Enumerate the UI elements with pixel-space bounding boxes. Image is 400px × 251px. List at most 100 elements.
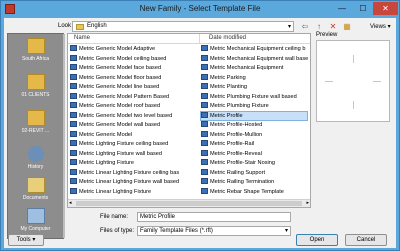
file-item[interactable]: Metric Lighting Fixture wall based bbox=[70, 149, 198, 158]
file-item[interactable]: Metric Generic Model ceiling based bbox=[70, 54, 198, 63]
horizontal-scrollbar[interactable]: ◂ ▸ bbox=[68, 199, 310, 207]
file-item[interactable]: Metric Plumbing Fixture bbox=[201, 102, 307, 110]
open-button[interactable]: Open bbox=[296, 234, 338, 246]
file-item-label: Metric Plumbing Fixture bbox=[210, 103, 269, 109]
family-template-file-icon bbox=[201, 54, 208, 61]
file-item[interactable]: Metric Lighting Fixture ceiling based bbox=[70, 140, 198, 148]
family-template-file-icon bbox=[70, 64, 77, 70]
column-divider[interactable] bbox=[199, 34, 200, 43]
file-list[interactable]: Name Date modified Metric Generic Model … bbox=[67, 33, 311, 208]
file-item-label: Metric Rebar Shape Template bbox=[210, 188, 284, 195]
file-item[interactable]: Metric Profile bbox=[200, 110, 308, 121]
family-template-file-icon bbox=[201, 83, 208, 89]
file-item-label: Metric Mechanical Equipment bbox=[210, 65, 284, 71]
column-header-name[interactable]: Name bbox=[74, 35, 90, 41]
place-01-clients[interactable]: 01 CLIENTS bbox=[8, 74, 63, 98]
folder-icon bbox=[26, 74, 45, 90]
place-south-africa[interactable]: South Africa bbox=[8, 38, 63, 62]
file-item[interactable]: Metric Parking bbox=[201, 73, 307, 82]
file-item[interactable]: Metric Profile-Reveal bbox=[201, 149, 307, 158]
tools-label: Tools bbox=[16, 237, 31, 243]
file-item[interactable]: Metric Generic Model bbox=[70, 130, 198, 139]
file-item[interactable]: Metric Profile-Rail bbox=[201, 140, 307, 148]
family-template-file-icon bbox=[201, 102, 208, 108]
file-item[interactable]: Metric Plumbing Fixture wall based bbox=[201, 92, 307, 101]
place-history[interactable]: History bbox=[8, 146, 63, 170]
place-02-revit[interactable]: 02-REVIT ... bbox=[8, 110, 63, 134]
file-item-label: Metric Generic Model face based bbox=[79, 65, 162, 71]
preview-label: Preview bbox=[316, 32, 338, 38]
scrollbar-thumb[interactable] bbox=[76, 201, 302, 206]
file-item[interactable]: Metric Mechanical Equipment ceiling b bbox=[201, 45, 307, 53]
family-template-file-icon bbox=[201, 178, 208, 184]
file-item-label: Metric Lighting Fixture wall based bbox=[79, 150, 163, 157]
tools-button[interactable]: Tools ▾ bbox=[8, 234, 44, 246]
family-template-file-icon bbox=[70, 45, 77, 51]
file-item-label: Metric Mechanical Equipment ceiling b bbox=[210, 46, 306, 52]
up-folder-icon[interactable]: ↑ bbox=[314, 21, 324, 32]
file-item-label: Metric Generic Model floor based bbox=[79, 74, 162, 81]
place-label: 01 CLIENTS bbox=[21, 92, 50, 98]
file-item[interactable]: Metric Mechanical Equipment bbox=[201, 64, 307, 72]
file-item[interactable]: Metric Generic Model two level based bbox=[70, 111, 198, 120]
file-item[interactable]: Metric Generic Model wall based bbox=[70, 121, 198, 129]
file-item[interactable]: Metric Railing Termination bbox=[201, 178, 307, 186]
back-icon[interactable]: ⇦ bbox=[300, 21, 310, 32]
look-in-dropdown[interactable]: English ▾ bbox=[72, 21, 294, 32]
family-template-file-icon bbox=[201, 111, 208, 118]
file-item-label: Metric Profile-Reveal bbox=[210, 150, 262, 157]
place-documents[interactable]: Documents bbox=[8, 177, 63, 201]
file-item[interactable]: Metric Railing Support bbox=[201, 168, 307, 177]
file-item[interactable]: Metric Planting bbox=[201, 83, 307, 91]
places-scrollbar[interactable] bbox=[63, 34, 65, 238]
file-item-label: Metric Planting bbox=[210, 84, 247, 90]
views-menu[interactable]: Views ▾ bbox=[370, 23, 391, 30]
minimize-button[interactable]: — bbox=[331, 2, 353, 15]
file-item[interactable]: Metric Generic Model Adaptive bbox=[70, 45, 198, 53]
file-item[interactable]: Metric Generic Model floor based bbox=[70, 73, 198, 82]
file-name-field[interactable]: Metric Profile bbox=[137, 212, 291, 222]
folder-icon bbox=[26, 110, 45, 126]
family-template-file-icon bbox=[201, 92, 208, 99]
file-item[interactable]: Metric Linear Lighting Fixture ceiling b… bbox=[70, 168, 198, 177]
file-item[interactable]: Metric Profile-Hosted bbox=[201, 121, 307, 129]
family-template-file-icon bbox=[201, 168, 208, 175]
family-template-file-icon bbox=[70, 187, 77, 194]
file-item[interactable]: Metric Lighting Fixture bbox=[70, 159, 198, 167]
file-item[interactable]: Metric Generic Model line based bbox=[70, 83, 198, 91]
file-item-label: Metric Generic Model wall based bbox=[79, 122, 161, 128]
file-item[interactable]: Metric Linear Lighting Fixture bbox=[70, 187, 198, 196]
folder-icon bbox=[26, 38, 45, 54]
place-my-computer[interactable]: My Computer bbox=[8, 208, 63, 232]
preview-mark bbox=[353, 55, 354, 63]
maximize-button[interactable]: ☐ bbox=[353, 2, 373, 15]
file-item[interactable]: Metric Generic Model Pattern Based bbox=[70, 92, 198, 101]
file-item[interactable]: Metric Profile-Mullion bbox=[201, 130, 307, 139]
scroll-right-icon[interactable]: ▸ bbox=[306, 200, 309, 206]
file-item[interactable]: Metric Mechanical Equipment wall base bbox=[201, 54, 309, 63]
file-item[interactable]: Metric Profile-Stair Nosing bbox=[201, 159, 307, 167]
family-template-file-icon bbox=[201, 130, 208, 137]
views-label: Views bbox=[370, 24, 386, 30]
family-template-file-icon bbox=[201, 140, 208, 146]
column-header-date-modified[interactable]: Date modified bbox=[209, 35, 246, 41]
file-item-label: Metric Mechanical Equipment wall base bbox=[210, 55, 309, 62]
family-template-file-icon bbox=[70, 149, 77, 156]
file-item-label: Metric Generic Model roof based bbox=[79, 103, 161, 109]
file-type-dropdown[interactable]: Family Template Files (*.rft) ▾ bbox=[137, 226, 291, 236]
family-template-file-icon bbox=[201, 64, 208, 70]
file-item[interactable]: Metric Rebar Shape Template bbox=[201, 187, 307, 196]
title-bar[interactable]: New Family - Select Template File — ☐ ✕ bbox=[1, 1, 399, 18]
scroll-left-icon[interactable]: ◂ bbox=[69, 200, 72, 206]
cancel-button[interactable]: Cancel bbox=[345, 234, 387, 246]
file-item[interactable]: Metric Generic Model face based bbox=[70, 64, 198, 72]
close-button[interactable]: ✕ bbox=[373, 2, 398, 15]
new-folder-icon[interactable]: ▦ bbox=[342, 21, 352, 32]
documents-icon bbox=[26, 177, 45, 193]
family-template-file-icon bbox=[70, 92, 77, 99]
file-item[interactable]: Metric Generic Model roof based bbox=[70, 102, 198, 110]
family-template-file-icon bbox=[201, 149, 208, 156]
family-template-file-icon bbox=[70, 121, 77, 127]
delete-icon[interactable]: ✕ bbox=[328, 21, 338, 32]
file-item[interactable]: Metric Linear Lighting Fixture wall base… bbox=[70, 178, 198, 186]
